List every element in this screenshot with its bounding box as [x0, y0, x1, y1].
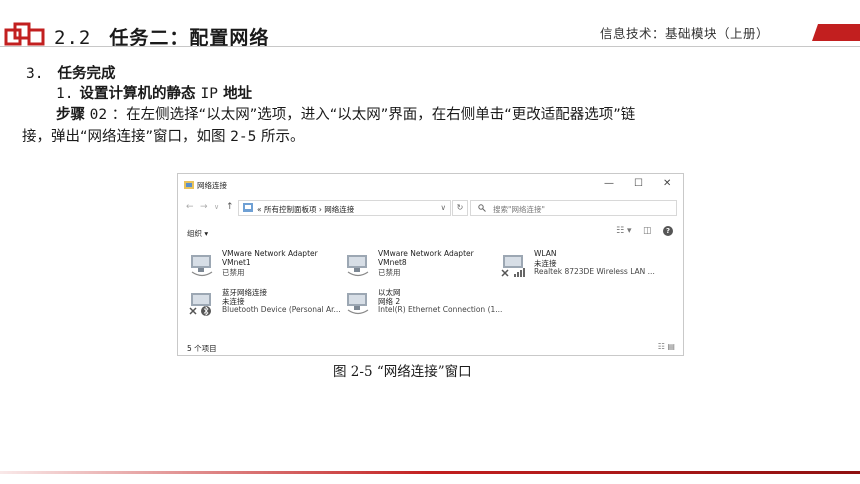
adapter-item[interactable]: 以太网 网络 2 Intel(R) Ethernet Connection (1… [344, 287, 502, 321]
header-accent-bar [812, 24, 860, 41]
preview-pane-icon[interactable]: ◫ [643, 226, 652, 236]
refresh-button[interactable]: ↻ [452, 200, 468, 216]
paragraph-line-2: 接，弹出“网络连接”窗口，如图 2-5 所示。 [22, 127, 304, 147]
search-box[interactable]: 搜索"网络连接" [470, 200, 677, 216]
adapter-device: VMnet8 [378, 258, 407, 267]
adapter-item[interactable]: 蓝牙网络连接 未连接 Bluetooth Device (Personal Ar… [188, 287, 341, 321]
wifi-adapter-disconnected-icon [501, 255, 525, 277]
adapter-name: WLAN [534, 249, 557, 258]
command-bar: 组织 ▾ ☷ ▾ ◫ ? [178, 224, 683, 240]
address-path: « 所有控制面板项 › 网络连接 [257, 205, 355, 214]
network-adapter-icon [347, 255, 369, 277]
network-connections-window: 网络连接 — ☐ ✕ ← → ∨ ↑ « 所有控制面板项 › 网络连接 ∨ ↻ … [177, 173, 684, 356]
item-heading: 3. 任务完成 [26, 64, 115, 84]
item-title: 任务完成 [57, 66, 116, 82]
up-arrow-icon[interactable]: ↑ [226, 202, 234, 212]
network-folder-icon [184, 181, 194, 189]
item-number: 3. [26, 66, 44, 82]
history-dropdown-icon[interactable]: ∨ [214, 203, 219, 211]
address-box[interactable]: « 所有控制面板项 › 网络连接 ∨ [238, 200, 451, 216]
search-placeholder: 搜索"网络连接" [493, 205, 545, 214]
paragraph-text-2b: 所示。 [260, 129, 305, 145]
adapter-item[interactable]: VMware Network Adapter VMnet8 已禁用 [344, 249, 494, 283]
step-number: 02 [89, 107, 108, 123]
book-title: 信息技术：基础模块（上册） [600, 26, 770, 41]
address-dropdown-icon[interactable]: ∨ [441, 203, 447, 212]
paragraph-text-1: ：在左侧选择“以太网”选项，进入“以太网”界面，在右侧单击“更改适配器选项”链 [111, 107, 636, 123]
maximize-button[interactable]: ☐ [634, 178, 643, 189]
toolbar-icons: ☷ ▾ ◫ ? [616, 226, 673, 236]
figure-ref: 2-5 [230, 129, 257, 145]
ethernet-adapter-icon [347, 293, 369, 315]
adapter-status: Realtek 8723DE Wireless LAN ... [534, 267, 655, 276]
minimize-button[interactable]: — [604, 178, 614, 189]
adapter-device: VMnet1 [222, 258, 251, 267]
adapter-status: Bluetooth Device (Personal Ar... [222, 305, 341, 314]
address-bar-row: ← → ∨ ↑ « 所有控制面板项 › 网络连接 ∨ ↻ 搜索"网络连接" [178, 198, 683, 216]
control-panel-icon [243, 203, 253, 212]
adapter-item[interactable]: WLAN 未连接 Realtek 8723DE Wireless LAN ... [500, 249, 675, 283]
bluetooth-adapter-icon [189, 293, 211, 316]
organize-menu[interactable]: 组织 ▾ [187, 228, 208, 239]
search-icon [478, 204, 486, 212]
sub-title-a: 设置计算机的静态 [79, 86, 196, 102]
adapter-status: 已禁用 [222, 268, 245, 277]
view-options-icon[interactable]: ☷ ▾ [616, 226, 631, 236]
adapter-name: VMware Network Adapter [378, 249, 474, 258]
sub-title-b: 地址 [223, 86, 253, 102]
figure-caption: 图 2-5 “网络连接”窗口 [333, 364, 472, 380]
header-divider [0, 46, 860, 47]
step-label: 步骤 [56, 107, 85, 123]
adapter-item[interactable]: VMware Network Adapter VMnet1 已禁用 [188, 249, 338, 283]
adapter-name: VMware Network Adapter [222, 249, 318, 258]
paragraph-line-1: 步骤 02 ：在左侧选择“以太网”选项，进入“以太网”界面，在右侧单击“更改适配… [56, 105, 635, 125]
footer-divider [0, 471, 860, 474]
sub-number: 1. [56, 86, 74, 102]
close-button[interactable]: ✕ [663, 178, 671, 189]
window-title: 网络连接 [197, 181, 227, 190]
adapter-status: 已禁用 [378, 268, 401, 277]
help-icon[interactable]: ? [663, 226, 673, 236]
view-toggle-icons[interactable]: ☷ ▤ [658, 342, 675, 351]
window-titlebar: 网络连接 — ☐ ✕ [178, 174, 683, 196]
adapter-status: Intel(R) Ethernet Connection (1... [378, 305, 503, 314]
status-bar-count: 5 个项目 [187, 344, 217, 353]
sub-title-ip: IP [200, 86, 218, 102]
section-logo-icon [4, 22, 45, 46]
forward-arrow-icon[interactable]: → [200, 202, 208, 212]
back-arrow-icon[interactable]: ← [186, 202, 194, 212]
network-adapter-icon [191, 255, 213, 277]
sub-heading: 1. 设置计算机的静态 IP 地址 [56, 84, 252, 104]
paragraph-text-2a: 接，弹出“网络连接”窗口，如图 [22, 129, 226, 145]
